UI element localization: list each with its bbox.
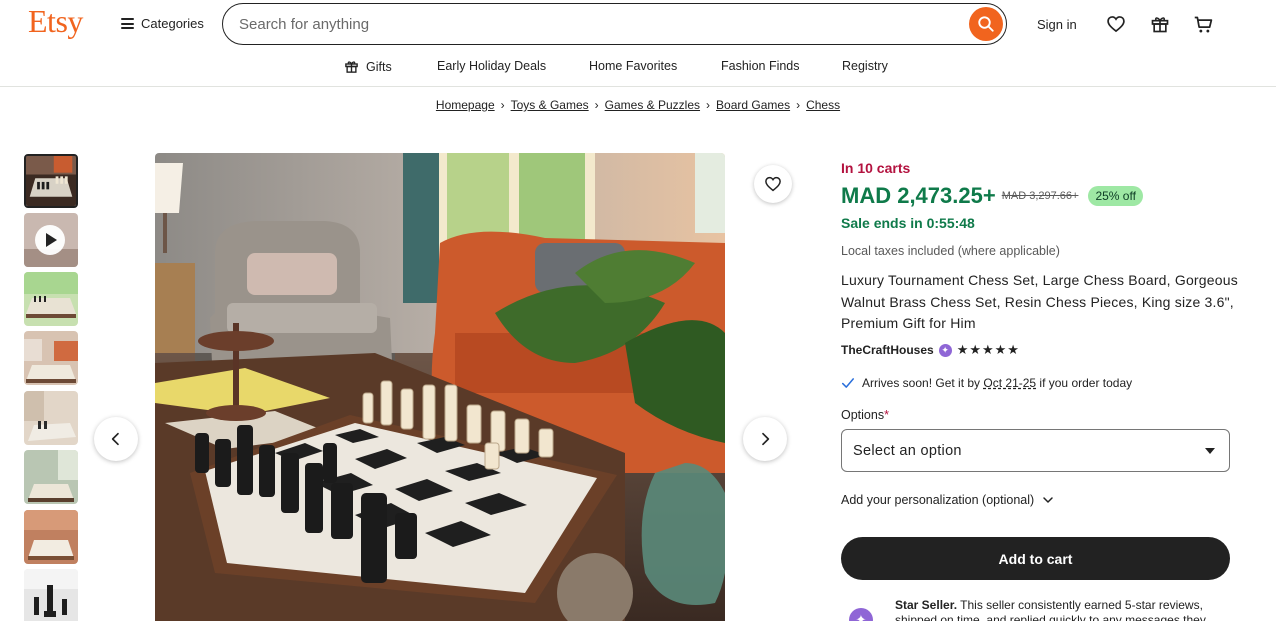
categories-label: Categories <box>141 16 204 31</box>
options-selected-value: Select an option <box>853 442 962 459</box>
breadcrumb-board-games[interactable]: Board Games <box>716 98 790 112</box>
original-price: MAD 3,297.66+ <box>1001 190 1079 202</box>
categories-button[interactable]: Categories <box>121 16 204 31</box>
options-label: Options* <box>841 408 889 422</box>
site-header: Etsy Categories Sign in <box>0 0 1276 48</box>
product-main-image[interactable] <box>155 153 725 621</box>
breadcrumb-homepage[interactable]: Homepage <box>436 98 495 112</box>
thumbnail-4[interactable] <box>24 331 78 385</box>
menu-icon <box>121 18 134 29</box>
thumbnail-1[interactable] <box>24 154 78 208</box>
arrival-suffix: if you order today <box>1036 376 1133 390</box>
thumbnail-6[interactable] <box>24 450 78 504</box>
breadcrumb-games-puzzles[interactable]: Games & Puzzles <box>605 98 700 112</box>
shop-info: TheCraftHouses ✦ ★★★★★ <box>841 342 1020 358</box>
sale-price: MAD 2,473.25+ <box>841 183 996 208</box>
thumbnail-5[interactable] <box>24 391 78 445</box>
required-marker: * <box>884 408 889 422</box>
etsy-logo[interactable]: Etsy <box>28 3 83 40</box>
search-icon <box>978 16 994 32</box>
personalization-label: Add your personalization (optional) <box>841 493 1035 507</box>
arrival-date[interactable]: Oct 21-25 <box>983 376 1036 390</box>
options-label-text: Options <box>841 408 885 422</box>
favorite-button[interactable] <box>754 165 792 203</box>
next-image-button[interactable] <box>743 417 787 461</box>
arrival-prefix: Arrives soon! Get it by <box>862 376 984 390</box>
nav-item-early-holiday-deals[interactable]: Early Holiday Deals <box>437 59 546 73</box>
chess-set-photo <box>155 153 725 621</box>
nav-item-home-favorites[interactable]: Home Favorites <box>589 59 677 73</box>
gift-button[interactable] <box>1149 13 1171 35</box>
checkmark-icon <box>841 378 855 388</box>
shop-name-link[interactable]: TheCraftHouses <box>841 343 934 357</box>
previous-image-button[interactable] <box>94 417 138 461</box>
cart-button[interactable] <box>1192 13 1214 35</box>
chevron-right-icon: › <box>500 98 505 112</box>
chevron-down-icon <box>1043 497 1053 503</box>
gift-icon <box>1151 17 1169 33</box>
breadcrumb: Homepage › Toys & Games › Games & Puzzle… <box>0 98 1276 112</box>
sale-countdown: Sale ends in 0:55:48 <box>841 215 975 231</box>
star-seller-icon: ✦ <box>938 343 952 357</box>
header-divider <box>0 86 1276 87</box>
star-seller-info: Star Seller. This seller consistently ea… <box>895 598 1235 621</box>
thumbnail-8[interactable] <box>24 569 78 621</box>
in-carts-label: In 10 carts <box>841 160 911 176</box>
options-select[interactable]: Select an option <box>841 429 1230 472</box>
breadcrumb-toys-games[interactable]: Toys & Games <box>511 98 589 112</box>
thumbnail-3[interactable] <box>24 272 78 326</box>
arrival-estimate: Arrives soon! Get it by Oct 21-25 if you… <box>841 376 1132 390</box>
price-row: MAD 2,473.25+ MAD 3,297.66+ 25% off <box>841 183 1143 209</box>
nav-item-gifts[interactable]: Gifts <box>344 59 392 74</box>
search-button[interactable] <box>969 7 1003 41</box>
chevron-right-icon: › <box>796 98 801 112</box>
star-seller-badge-icon: ✦ <box>849 608 873 621</box>
thumbnail-video[interactable] <box>24 213 78 267</box>
nav-item-fashion-finds[interactable]: Fashion Finds <box>721 59 800 73</box>
search-input[interactable] <box>239 13 939 35</box>
cart-icon <box>1194 16 1212 32</box>
nav-item-registry[interactable]: Registry <box>842 59 888 73</box>
thumbnail-7[interactable] <box>24 510 78 564</box>
breadcrumb-chess[interactable]: Chess <box>806 98 840 112</box>
gift-icon <box>345 61 358 73</box>
sign-in-link[interactable]: Sign in <box>1037 17 1077 32</box>
star-seller-title: Star Seller. <box>895 598 958 612</box>
sub-navigation: Gifts Early Holiday Deals Home Favorites… <box>0 52 1276 80</box>
heart-icon <box>1107 16 1125 33</box>
product-title: Luxury Tournament Chess Set, Large Chess… <box>841 272 1238 331</box>
taxes-note: Local taxes included (where applicable) <box>841 244 1060 258</box>
caret-down-icon <box>1205 447 1215 454</box>
chevron-right-icon: › <box>706 98 711 112</box>
search-bar <box>222 3 1007 45</box>
favorites-button[interactable] <box>1105 13 1127 35</box>
heart-icon <box>765 176 781 192</box>
discount-badge: 25% off <box>1088 186 1143 206</box>
rating-stars[interactable]: ★★★★★ <box>957 342 1020 358</box>
personalization-toggle[interactable]: Add your personalization (optional) <box>841 493 1054 507</box>
chevron-right-icon <box>762 432 770 446</box>
add-to-cart-button[interactable]: Add to cart <box>841 537 1230 580</box>
chevron-left-icon <box>111 432 119 446</box>
nav-label: Gifts <box>366 59 392 74</box>
chevron-right-icon: › <box>594 98 599 112</box>
